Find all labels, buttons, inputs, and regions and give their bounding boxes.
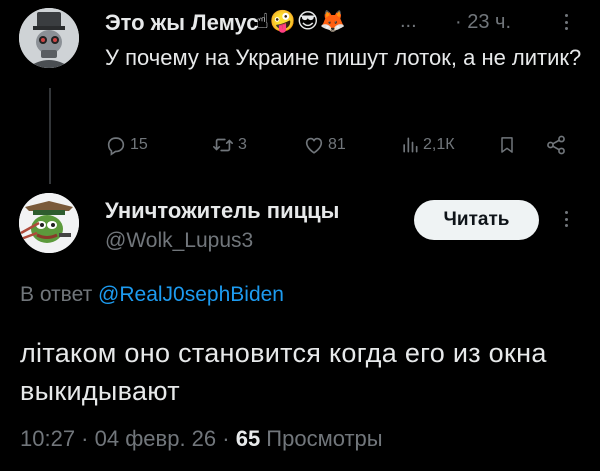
reply-button[interactable]: 15 bbox=[105, 131, 148, 159]
reply-timestamp[interactable]: 10:27 · 04 февр. 26 · bbox=[20, 426, 236, 451]
retweet-count: 3 bbox=[238, 136, 247, 153]
reply-to-prefix: В ответ bbox=[20, 283, 93, 306]
name-ellipsis: ... bbox=[400, 10, 417, 32]
more-icon[interactable] bbox=[561, 10, 571, 34]
reply-views-count: 65 bbox=[235, 426, 261, 451]
avatar-image bbox=[19, 8, 79, 68]
avatar[interactable] bbox=[19, 193, 79, 253]
retweet-button[interactable]: 3 bbox=[211, 131, 247, 159]
avatar-image bbox=[19, 193, 79, 253]
reply-icon bbox=[107, 137, 125, 156]
tweet-text: У почему на Украине пишут лоток, а не ли… bbox=[105, 45, 582, 70]
reply-views-label: Просмотры bbox=[260, 426, 383, 451]
bookmark-icon bbox=[501, 137, 513, 153]
avatar[interactable] bbox=[19, 8, 79, 68]
share-button[interactable] bbox=[545, 131, 567, 159]
views-count: 2,1К bbox=[423, 136, 455, 153]
views-icon bbox=[403, 137, 418, 153]
author-emojis: ☝🤪😎🦊 bbox=[256, 10, 347, 33]
follow-button[interactable]: Читать bbox=[414, 200, 539, 240]
retweet-icon bbox=[213, 138, 233, 152]
reply-text: літаком оно становится когда его из окна… bbox=[20, 338, 547, 406]
views-button[interactable]: 2,1К bbox=[400, 131, 455, 159]
post-time[interactable]: · 23 ч. bbox=[455, 11, 511, 34]
like-count: 81 bbox=[328, 136, 346, 153]
reply-to-line: В ответ @RealJ0sephBiden bbox=[20, 283, 284, 307]
author-handle[interactable]: @Wolk_Lupus3 bbox=[105, 229, 253, 253]
share-icon bbox=[547, 135, 565, 155]
author-name[interactable]: Это жы Лемус bbox=[105, 10, 258, 36]
more-icon[interactable] bbox=[561, 207, 571, 231]
reply-count: 15 bbox=[130, 136, 148, 153]
reply-to-mention[interactable]: @RealJ0sephBiden bbox=[98, 283, 284, 306]
reply-meta: 10:27 · 04 февр. 26 · 65 Просмотры bbox=[20, 426, 383, 452]
thread-line bbox=[49, 88, 51, 184]
author-name[interactable]: Уничтожитель пиццы bbox=[105, 198, 339, 224]
like-icon bbox=[305, 137, 323, 154]
bookmark-button[interactable] bbox=[497, 131, 517, 159]
like-button[interactable]: 81 bbox=[303, 131, 346, 159]
